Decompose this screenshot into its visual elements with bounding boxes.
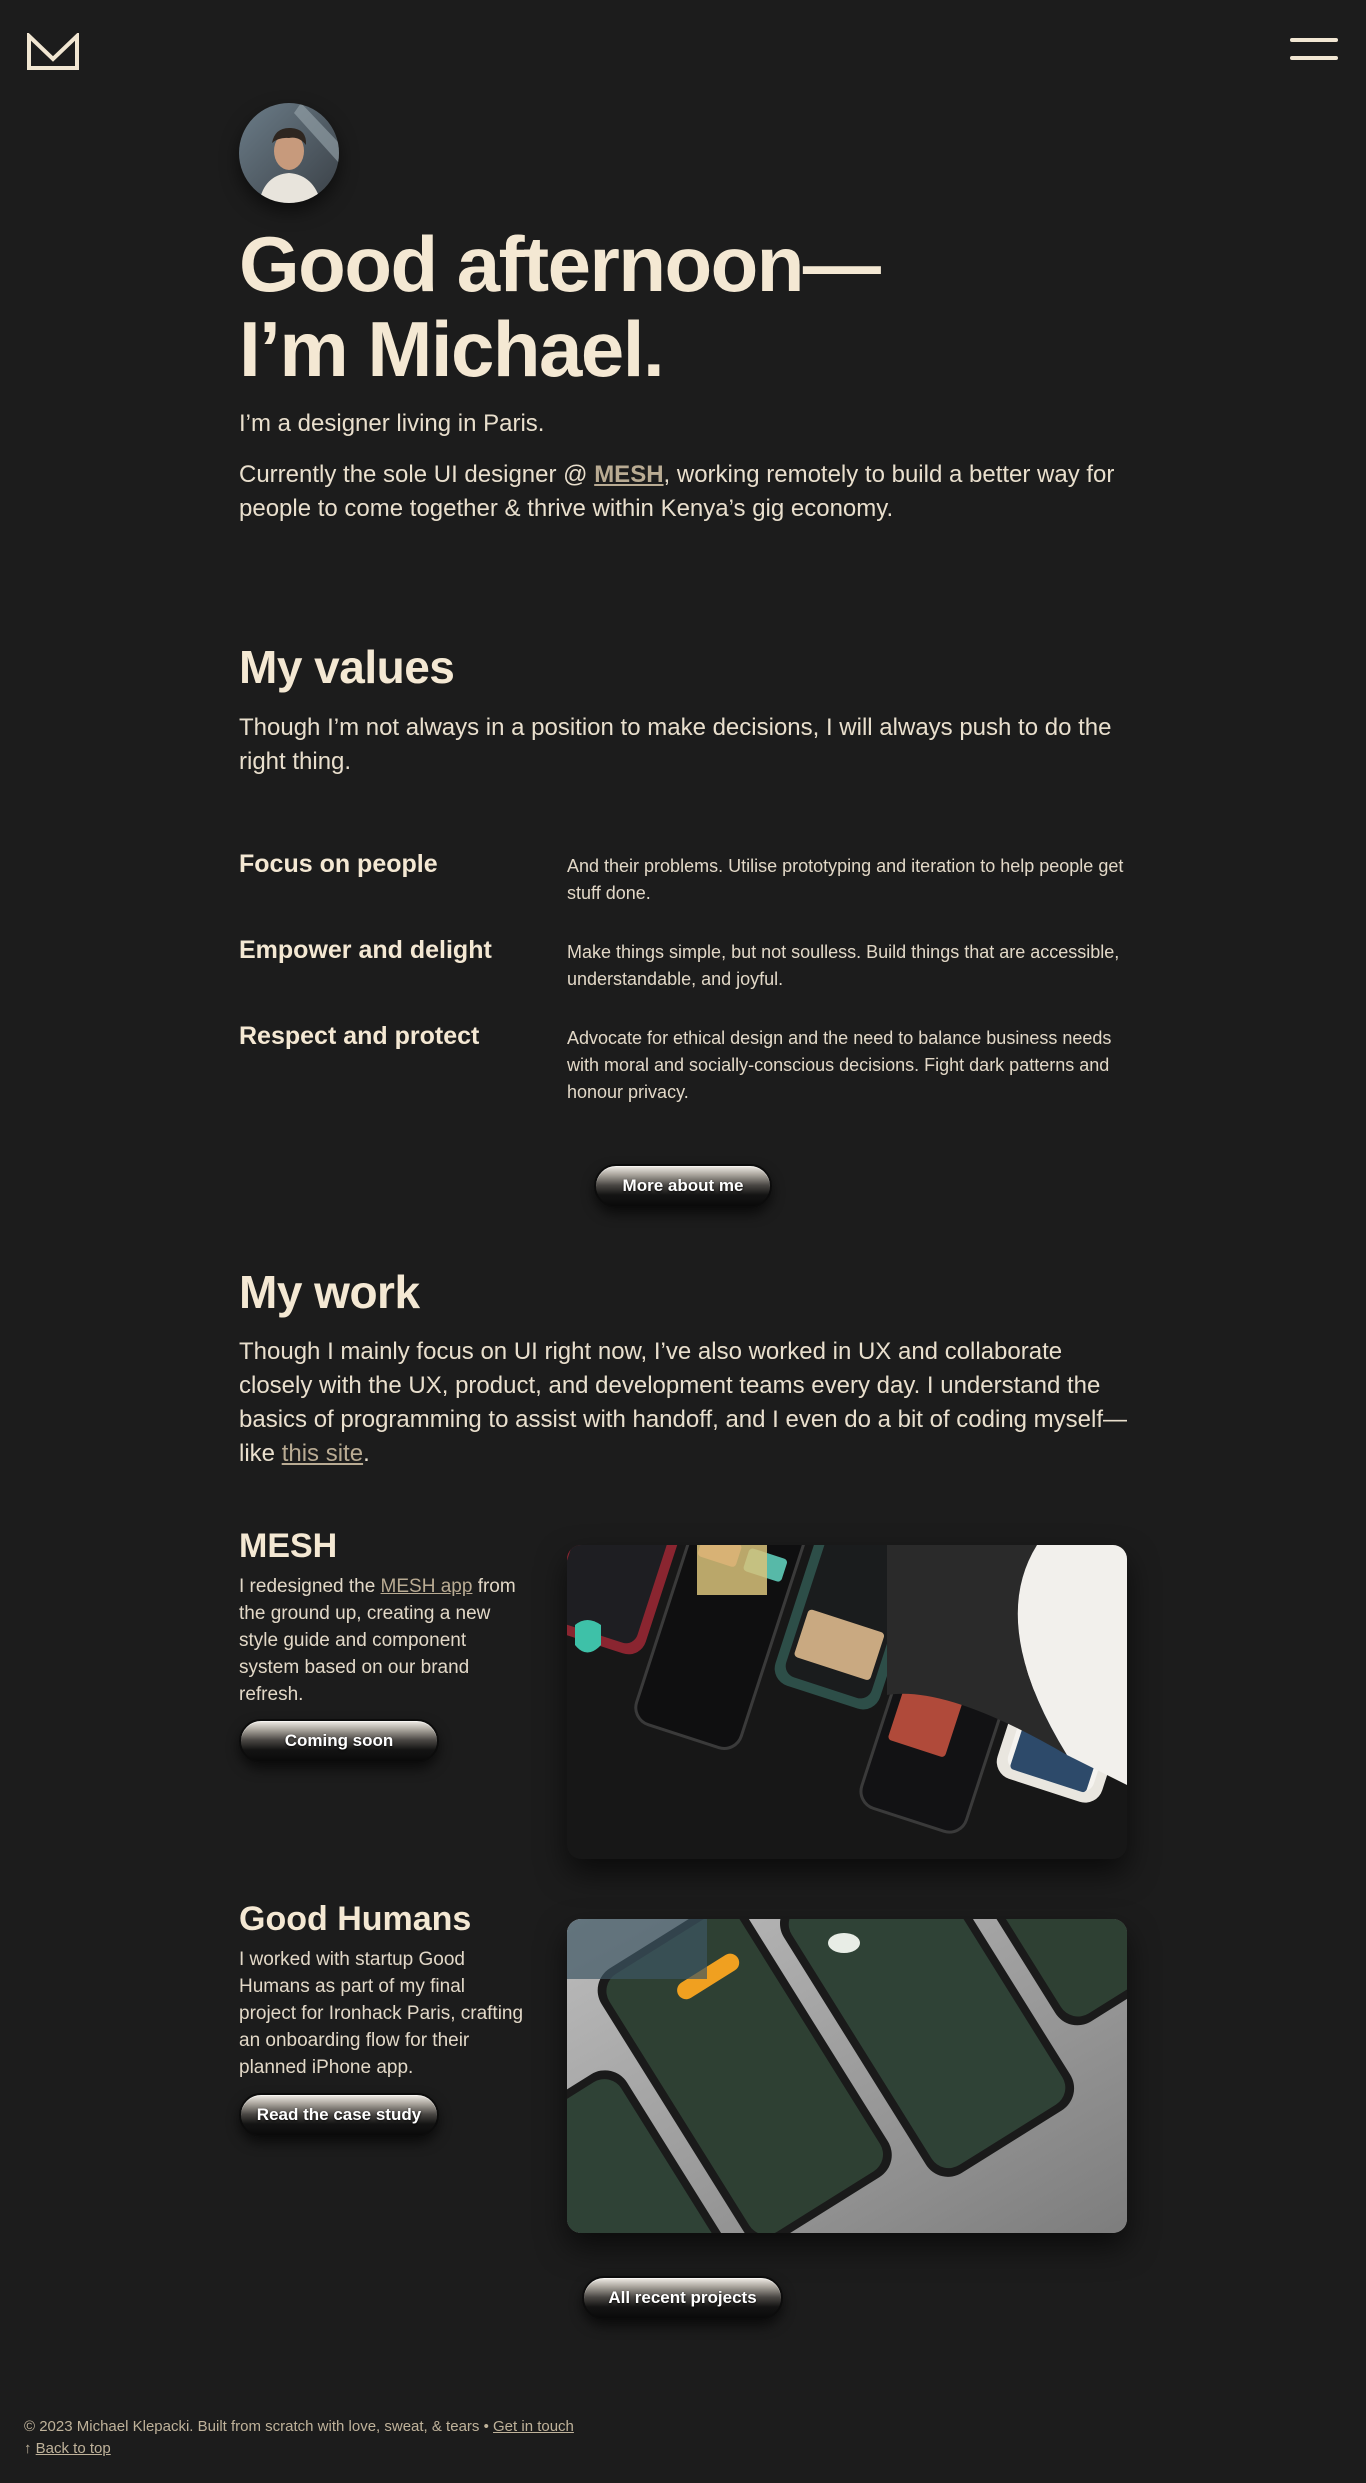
read-case-study-button[interactable]: Read the case study bbox=[239, 2093, 439, 2137]
values-heading: My values bbox=[239, 641, 455, 693]
hero-title-line-2: I’m Michael. bbox=[239, 305, 665, 393]
value-description: Advocate for ethical design and the need… bbox=[567, 1028, 1112, 1102]
arrow-up-icon: ↑ bbox=[24, 2440, 32, 2457]
footer-copyright-line: © 2023 Michael Klepacki. Built from scra… bbox=[24, 2418, 574, 2435]
value-title: Empower and delight bbox=[239, 936, 492, 964]
footer-separator: • bbox=[483, 2418, 489, 2435]
value-title: Focus on people bbox=[239, 850, 438, 878]
envelope-logo-icon[interactable] bbox=[26, 33, 80, 71]
mesh-phones-mockup-icon bbox=[567, 1545, 1127, 1859]
mesh-project-image[interactable] bbox=[567, 1545, 1127, 1859]
project-title-good-humans: Good Humans bbox=[239, 1900, 472, 1938]
hero-title-line-1: Good afternoon— bbox=[239, 220, 881, 308]
project-desc-prefix: I redesigned the bbox=[239, 1576, 381, 1597]
mesh-link[interactable]: MESH bbox=[594, 461, 663, 488]
hero-current-prefix: Currently the sole UI designer @ bbox=[239, 461, 595, 488]
back-to-top-link[interactable]: Back to top bbox=[36, 2440, 111, 2457]
menu-line-icon bbox=[1290, 56, 1338, 60]
all-recent-projects-button[interactable]: All recent projects bbox=[582, 2276, 783, 2320]
hamburger-menu-button[interactable] bbox=[1290, 38, 1338, 66]
value-description: Make things simple, but not soulless. Bu… bbox=[567, 942, 1120, 989]
work-lead: Though I mainly focus on UI right now, I… bbox=[239, 1335, 1139, 1471]
project-description-mesh: I redesigned the MESH app from the groun… bbox=[239, 1573, 524, 1708]
get-in-touch-link[interactable]: Get in touch bbox=[493, 2418, 574, 2435]
work-lead-suffix: . bbox=[363, 1440, 370, 1467]
work-heading: My work bbox=[239, 1266, 420, 1318]
hero-title: Good afternoon— I’m Michael. bbox=[239, 220, 881, 393]
avatar-photo-icon bbox=[239, 103, 339, 203]
good-humans-phones-mockup-icon bbox=[567, 1919, 1127, 2233]
hero-intro: I’m a designer living in Paris. bbox=[239, 410, 545, 437]
good-humans-project-image[interactable] bbox=[567, 1919, 1127, 2233]
project-description-good-humans: I worked with startup Good Humans as par… bbox=[239, 1949, 524, 2078]
values-lead: Though I’m not always in a position to m… bbox=[239, 714, 1112, 775]
footer-back-to-top: ↑ Back to top bbox=[24, 2440, 111, 2457]
footer-copyright: © 2023 Michael Klepacki. Built from scra… bbox=[24, 2418, 480, 2435]
coming-soon-button[interactable]: Coming soon bbox=[239, 1719, 439, 1763]
more-about-me-button[interactable]: More about me bbox=[594, 1164, 772, 1208]
mesh-app-link[interactable]: MESH app bbox=[381, 1576, 473, 1597]
value-title: Respect and protect bbox=[239, 1022, 480, 1050]
hero-current-role: Currently the sole UI designer @ MESH, w… bbox=[239, 458, 1139, 526]
avatar bbox=[239, 103, 339, 203]
this-site-link[interactable]: this site bbox=[282, 1440, 363, 1467]
value-description: And their problems. Utilise prototyping … bbox=[567, 856, 1124, 903]
project-title-mesh: MESH bbox=[239, 1527, 338, 1565]
menu-line-icon bbox=[1290, 38, 1338, 42]
work-lead-prefix: Though I mainly focus on UI right now, I… bbox=[239, 1338, 1128, 1467]
